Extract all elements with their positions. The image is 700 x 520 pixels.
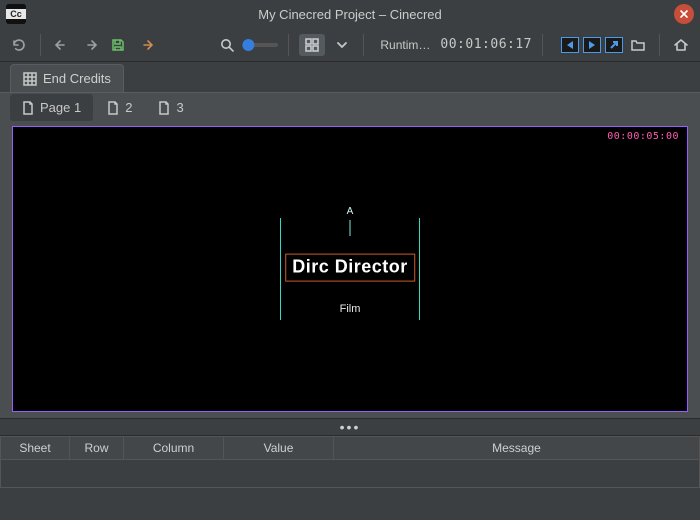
open-folder-button[interactable] — [627, 34, 649, 56]
tab-page-1[interactable]: Page 1 — [10, 94, 93, 121]
tab-page-2[interactable]: 2 — [95, 94, 144, 121]
separator — [363, 34, 364, 56]
tab-end-credits[interactable]: End Credits — [10, 64, 124, 92]
th-message[interactable]: Message — [334, 436, 700, 460]
credit-block[interactable]: Dirc Director — [285, 254, 415, 282]
runtime-timecode: 00:01:06:17 — [440, 37, 532, 52]
th-sheet[interactable]: Sheet — [0, 436, 70, 460]
close-button[interactable] — [674, 4, 694, 24]
tab-label: Page 1 — [40, 100, 81, 115]
preview-canvas[interactable]: 00:00:05:00 A Dirc Director Film — [12, 126, 688, 412]
home-button[interactable] — [670, 34, 692, 56]
search-icon[interactable] — [216, 34, 238, 56]
credit-subtitle: Film — [340, 303, 361, 315]
guide-right — [419, 218, 420, 320]
table-body-empty — [0, 460, 700, 488]
page-tabs: Page 1 2 3 — [0, 92, 700, 122]
layout-grid-button[interactable] — [299, 34, 325, 56]
spreadsheet-tabs: End Credits — [0, 62, 700, 92]
save-button[interactable] — [107, 34, 129, 56]
main-toolbar: Runtim… 00:01:06:17 — [0, 28, 700, 62]
play-start-button[interactable] — [561, 37, 579, 53]
zoom-group — [216, 34, 278, 56]
title-bar: Cc My Cinecred Project – Cinecred — [0, 0, 700, 28]
undo-button[interactable] — [51, 34, 73, 56]
refresh-button[interactable] — [8, 34, 30, 56]
separator — [659, 34, 660, 56]
th-value[interactable]: Value — [224, 436, 334, 460]
runtime-label: Runtim… — [380, 38, 430, 52]
export-group — [561, 34, 649, 56]
credit-title: Dirc Director — [292, 257, 408, 277]
separator — [542, 34, 543, 56]
layout-menu-chevron[interactable] — [331, 34, 353, 56]
redo-button[interactable] — [79, 34, 101, 56]
preview-timecode: 00:00:05:00 — [607, 131, 679, 142]
zoom-slider[interactable] — [246, 43, 278, 47]
tab-page-3[interactable]: 3 — [146, 94, 195, 121]
issues-table: Sheet Row Column Value Message — [0, 436, 700, 488]
alignment-guides: A Dirc Director Film — [280, 224, 420, 314]
play-button[interactable] — [583, 37, 601, 53]
table-header-row: Sheet Row Column Value Message — [0, 436, 700, 460]
tab-label: End Credits — [43, 71, 111, 86]
window-title: My Cinecred Project – Cinecred — [0, 7, 700, 22]
preview-panel: 00:00:05:00 A Dirc Director Film — [0, 122, 700, 418]
axis-tick — [350, 220, 351, 236]
th-column[interactable]: Column — [124, 436, 224, 460]
axis-label: A — [347, 206, 354, 217]
export-button[interactable] — [605, 37, 623, 53]
panel-splitter[interactable]: ••• — [0, 418, 700, 436]
zoom-slider-thumb[interactable] — [243, 39, 255, 51]
app-icon: Cc — [6, 4, 26, 24]
tab-label: 2 — [125, 100, 132, 115]
guide-left — [280, 218, 281, 320]
separator — [40, 34, 41, 56]
separator — [288, 34, 289, 56]
th-row[interactable]: Row — [70, 436, 124, 460]
tab-label: 3 — [176, 100, 183, 115]
redo-alt-button[interactable] — [135, 34, 157, 56]
